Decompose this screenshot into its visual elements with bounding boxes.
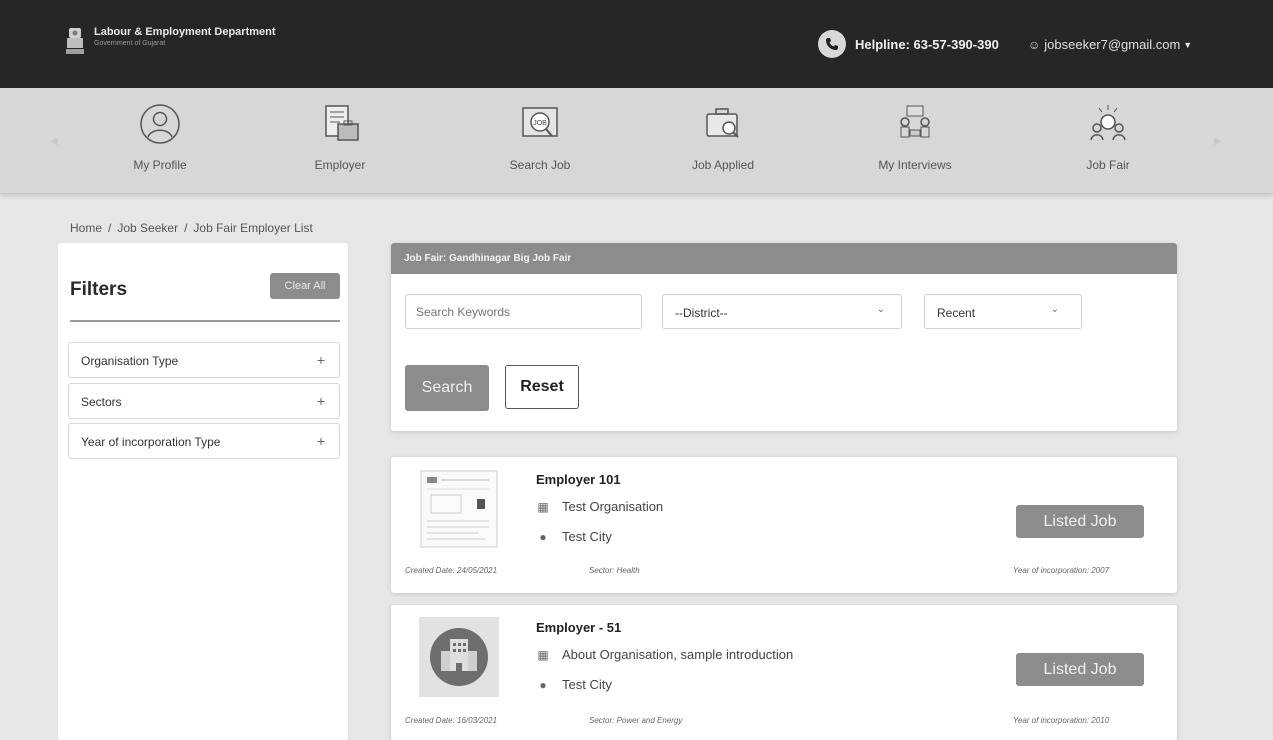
created-date: Created Date: 24/05/2021 xyxy=(405,566,498,575)
breadcrumb-separator: / xyxy=(184,221,188,235)
sort-select[interactable]: Recent ⌄ xyxy=(924,294,1082,329)
user-menu[interactable]: ☺ jobseeker7@gmail.com ▼ xyxy=(1028,37,1192,52)
filter-year-of-incorporation[interactable]: Year of incorporation Type + xyxy=(68,423,340,459)
brand[interactable]: Labour & Employment Department Governmen… xyxy=(64,26,276,56)
nav-label: Search Job xyxy=(509,158,571,172)
employer-name[interactable]: Employer 101 xyxy=(536,472,621,487)
svg-text:JOB: JOB xyxy=(533,120,547,127)
profile-icon xyxy=(140,104,180,144)
organisation-text: Test Organisation xyxy=(562,499,664,514)
breadcrumb-separator: / xyxy=(108,221,112,235)
employer-city: ● Test City xyxy=(536,677,612,692)
search-job-icon: JOB xyxy=(522,107,558,137)
filter-label: Year of incorporation Type xyxy=(81,435,221,449)
nav-item-job-applied[interactable]: Job Applied xyxy=(668,102,778,172)
nav-item-my-interviews[interactable]: My Interviews xyxy=(860,102,970,172)
employer-organisation: ▦ Test Organisation xyxy=(536,499,663,514)
nav-label: My Profile xyxy=(133,158,187,172)
breadcrumb-job-seeker[interactable]: Job Seeker xyxy=(117,221,178,235)
reset-button[interactable]: Reset xyxy=(505,365,579,409)
interviews-icon xyxy=(900,105,930,138)
employer-city: ● Test City xyxy=(536,529,612,544)
city-text: Test City xyxy=(562,677,612,692)
document-thumbnail-icon xyxy=(420,470,498,548)
location-icon: ● xyxy=(539,677,547,692)
employer-icon xyxy=(325,105,359,141)
filters-divider xyxy=(70,320,340,322)
job-fair-icon xyxy=(1090,105,1126,141)
emblem-icon xyxy=(66,28,84,54)
filter-label: Organisation Type xyxy=(81,354,179,368)
chevron-down-icon: ▼ xyxy=(1183,39,1193,50)
user-email: jobseeker7@gmail.com xyxy=(1044,37,1181,52)
search-panel: Job Fair: Gandhinagar Big Job Fair --Dis… xyxy=(391,243,1177,431)
employer-name[interactable]: Employer - 51 xyxy=(536,620,621,635)
search-keywords-input[interactable] xyxy=(405,294,642,329)
helpline-text: Helpline: 63-57-390-390 xyxy=(855,37,999,52)
plus-icon: + xyxy=(316,352,325,368)
phone-icon xyxy=(818,30,846,58)
filters-title: Filters xyxy=(70,279,128,300)
nav-label: Job Applied xyxy=(691,158,755,172)
created-date: Created Date: 16/03/2021 xyxy=(405,716,498,725)
building-icon xyxy=(419,617,499,697)
nav-next-arrow[interactable]: ▶ xyxy=(1214,136,1222,147)
sector-text: Sector: Power and Energy xyxy=(589,716,683,725)
nav-label: Job Fair xyxy=(1086,158,1130,172)
employer-card: Employer - 51 ▦ About Organisation, samp… xyxy=(391,605,1177,740)
dept-name: Labour & Employment Department xyxy=(94,26,276,38)
dept-sub: Government of Gujarat xyxy=(94,40,166,47)
plus-icon: + xyxy=(316,433,325,449)
district-select-value: --District-- xyxy=(675,306,728,320)
nav-label: My Interviews xyxy=(878,158,952,172)
incorporation-year: Year of incorporation: 2007 xyxy=(1013,566,1110,575)
employer-card: Employer 101 ▦ Test Organisation ● Test … xyxy=(391,457,1177,593)
employer-organisation: ▦ About Organisation, sample introductio… xyxy=(536,647,793,662)
organisation-text: About Organisation, sample introduction xyxy=(562,647,794,662)
nav-label: Employer xyxy=(314,158,366,172)
main-nav: ◀ My Profile Employer JOB Search Job Job… xyxy=(0,88,1273,194)
user-icon: ☺ xyxy=(1028,37,1041,52)
filters-panel: Filters Clear All Organisation Type + Se… xyxy=(58,243,348,740)
nav-item-my-profile[interactable]: My Profile xyxy=(105,102,215,172)
listed-job-button[interactable]: Listed Job xyxy=(1016,505,1144,538)
incorporation-year: Year of incorporation: 2010 xyxy=(1013,716,1110,725)
nav-item-employer[interactable]: Employer xyxy=(285,102,395,172)
chevron-down-icon: ⌄ xyxy=(1050,304,1059,315)
location-icon: ● xyxy=(539,529,547,544)
district-select[interactable]: --District-- ⌄ xyxy=(662,294,902,329)
breadcrumb-current: Job Fair Employer List xyxy=(193,221,313,235)
nav-item-search-job[interactable]: JOB Search Job xyxy=(485,102,595,172)
chevron-down-icon: ⌄ xyxy=(876,304,885,315)
search-button[interactable]: Search xyxy=(405,365,489,411)
organisation-icon: ▦ xyxy=(537,499,549,514)
plus-icon: + xyxy=(316,393,325,409)
job-applied-icon xyxy=(706,108,739,138)
city-text: Test City xyxy=(562,529,612,544)
filter-organisation-type[interactable]: Organisation Type + xyxy=(68,342,340,378)
clear-all-button[interactable]: Clear All xyxy=(270,273,340,299)
nav-prev-arrow[interactable]: ◀ xyxy=(50,136,58,147)
job-fair-header: Job Fair: Gandhinagar Big Job Fair xyxy=(391,243,1177,274)
listed-job-button[interactable]: Listed Job xyxy=(1016,653,1144,686)
filter-sectors[interactable]: Sectors + xyxy=(68,383,340,419)
sector-text: Sector: Health xyxy=(589,566,640,575)
filter-label: Sectors xyxy=(81,395,122,409)
breadcrumb-home[interactable]: Home xyxy=(70,221,102,235)
organisation-icon: ▦ xyxy=(537,647,549,662)
breadcrumb: Home / Job Seeker / Job Fair Employer List xyxy=(70,221,313,235)
sort-select-value: Recent xyxy=(937,306,976,320)
nav-item-job-fair[interactable]: Job Fair xyxy=(1053,102,1163,172)
top-header: Labour & Employment Department Governmen… xyxy=(0,0,1273,88)
